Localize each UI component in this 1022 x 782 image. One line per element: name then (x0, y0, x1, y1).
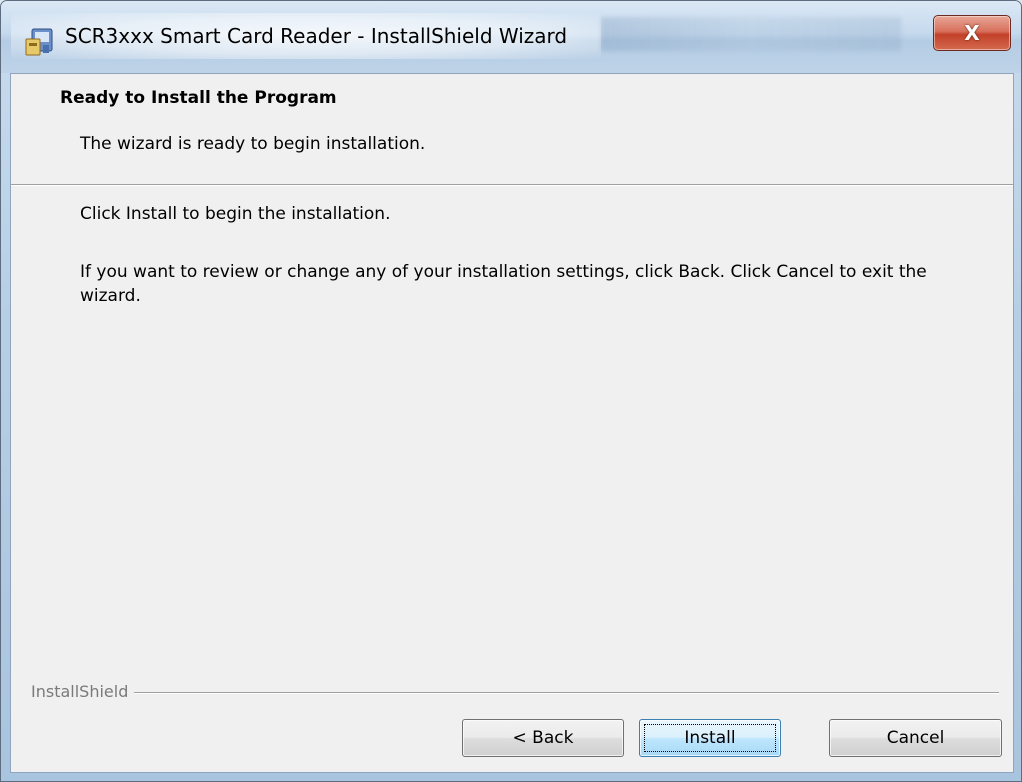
cancel-button-label: Cancel (886, 728, 945, 748)
page-title: Ready to Install the Program (60, 88, 337, 108)
close-button[interactable]: X (933, 15, 1011, 51)
installer-app-icon (25, 28, 53, 56)
review-instruction: If you want to review or change any of y… (80, 262, 927, 306)
installer-window: SCR3xxx Smart Card Reader - InstallShiel… (0, 0, 1022, 782)
footer-divider (31, 692, 999, 694)
wizard-panel: Ready to Install the Program The wizard … (10, 73, 1014, 773)
wizard-header: Ready to Install the Program The wizard … (11, 74, 1013, 184)
install-button[interactable]: Install (639, 719, 781, 757)
header-divider (11, 184, 1013, 186)
background-blur (601, 17, 901, 51)
install-instruction: Click Install to begin the installation. (80, 204, 391, 224)
cancel-button[interactable]: Cancel (829, 719, 1002, 757)
close-icon: X (964, 21, 980, 45)
window-title: SCR3xxx Smart Card Reader - InstallShiel… (65, 24, 568, 48)
back-button-label: < Back (512, 728, 574, 748)
page-subtitle: The wizard is ready to begin installatio… (80, 134, 426, 154)
title-bar[interactable]: SCR3xxx Smart Card Reader - InstallShiel… (1, 1, 1021, 73)
back-button[interactable]: < Back (462, 719, 624, 757)
install-button-label: Install (684, 728, 736, 748)
installshield-brand-label: InstallShield (31, 682, 135, 701)
